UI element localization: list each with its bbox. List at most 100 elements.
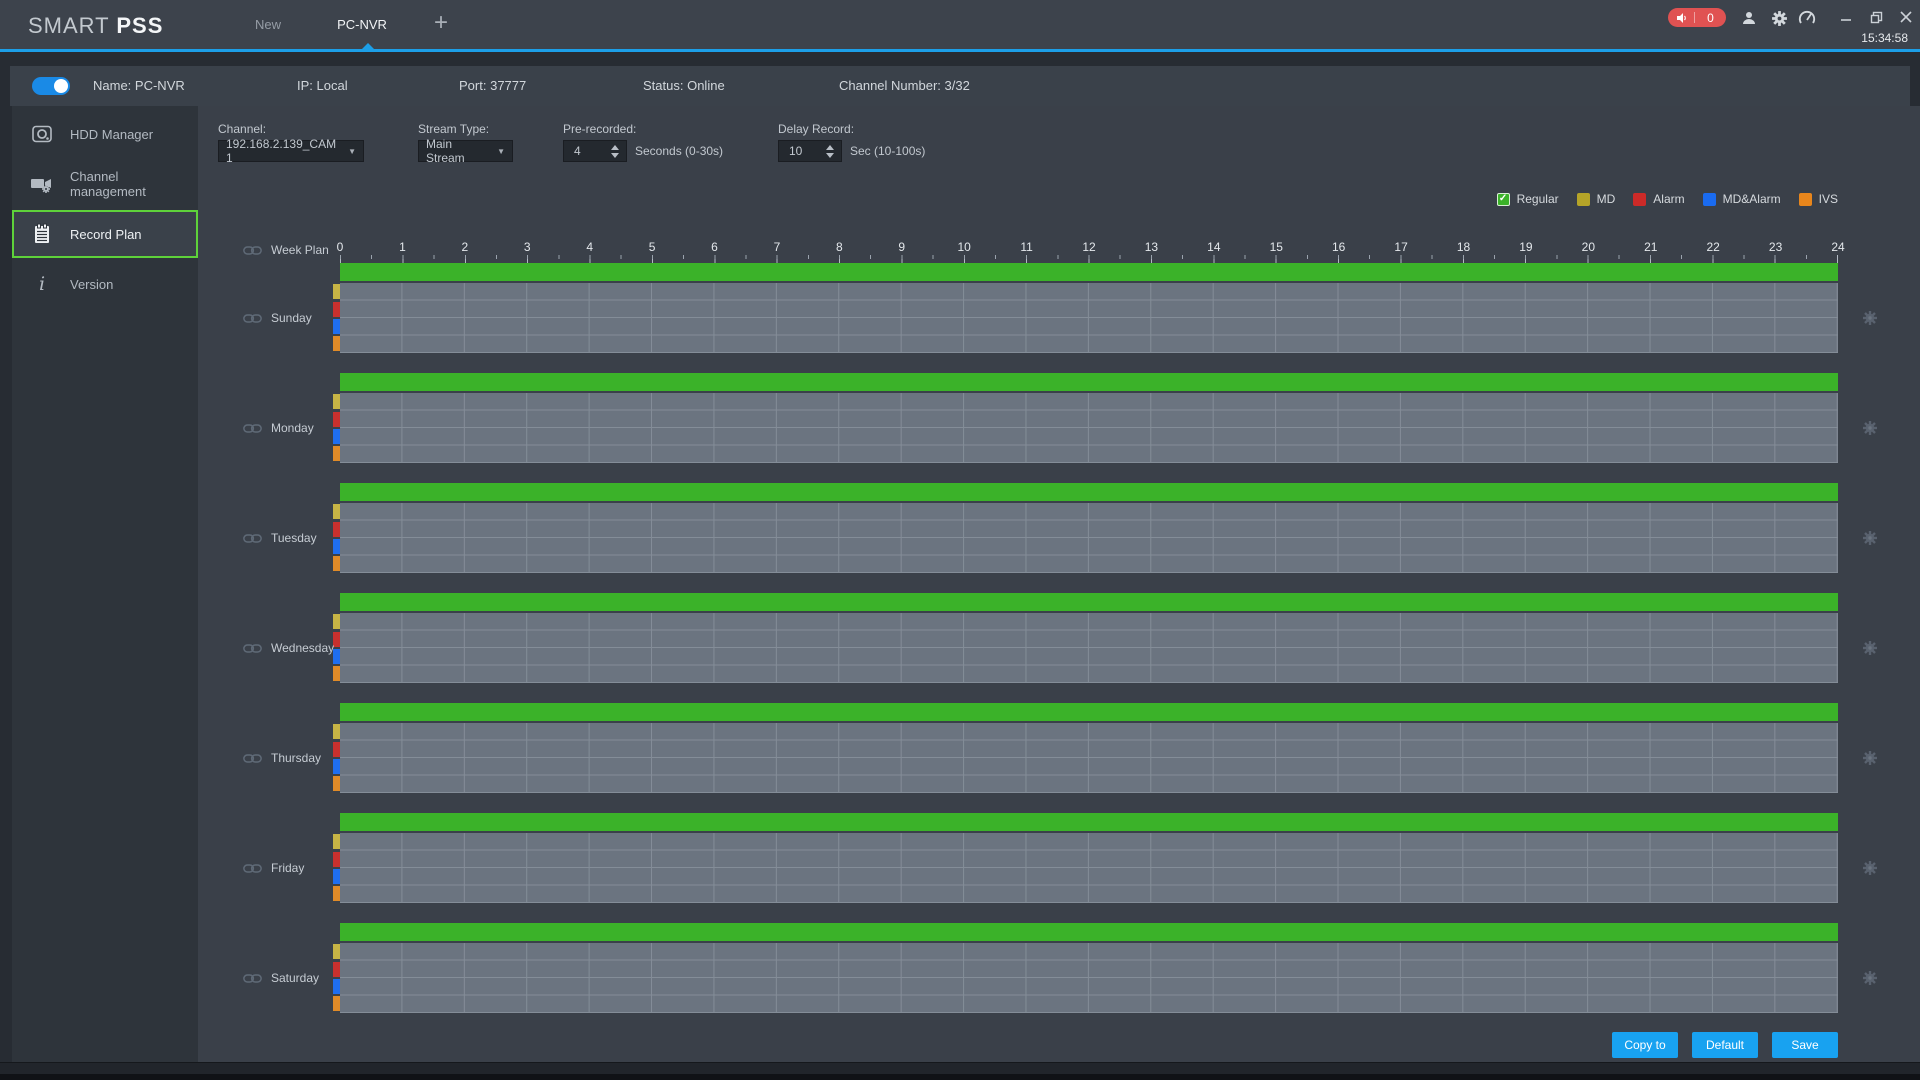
regular-record-segment[interactable] [340, 263, 1838, 281]
week-plan-left[interactable]: Week Plan [243, 243, 329, 257]
minimize-button[interactable] [1834, 5, 1858, 29]
tab-new[interactable]: New [228, 0, 308, 49]
sidebar-item-version[interactable]: i Version [12, 260, 198, 308]
day-row: Friday [198, 813, 1920, 903]
prerecord-spinner[interactable]: 4 [563, 140, 627, 162]
close-button[interactable] [1894, 5, 1918, 29]
regular-record-segment[interactable] [340, 373, 1838, 391]
regular-record-segment[interactable] [340, 813, 1838, 831]
regular-track[interactable] [340, 373, 1838, 391]
hour-label: 22 [1706, 240, 1719, 254]
footer-buttons: Copy to Default Save [1612, 1032, 1838, 1058]
day-row-left[interactable]: Tuesday [243, 503, 317, 573]
legend-checkbox[interactable]: ✓ [1497, 193, 1510, 206]
event-grid[interactable] [340, 503, 1838, 573]
row-settings-gear-icon[interactable] [1862, 503, 1878, 573]
marker-md-alarm [333, 869, 340, 884]
day-row-left[interactable]: Friday [243, 833, 304, 903]
legend-item: Alarm [1633, 192, 1684, 206]
regular-record-segment[interactable] [340, 703, 1838, 721]
link-icon [243, 973, 262, 984]
hour-label: 21 [1644, 240, 1657, 254]
sidebar-item-label: HDD Manager [70, 127, 153, 142]
regular-record-segment[interactable] [340, 483, 1838, 501]
legend-label: IVS [1819, 192, 1838, 206]
event-grid[interactable] [340, 833, 1838, 903]
row-settings-gear-icon[interactable] [1862, 943, 1878, 1013]
tab-pc-nvr[interactable]: PC-NVR [322, 0, 402, 49]
day-row-left[interactable]: Monday [243, 393, 314, 463]
alarm-badge[interactable]: 0 [1668, 8, 1726, 27]
hour-label: 23 [1769, 240, 1782, 254]
copy-to-button[interactable]: Copy to [1612, 1032, 1678, 1058]
speaker-icon [1676, 12, 1688, 24]
hour-label: 3 [524, 240, 531, 254]
regular-record-segment[interactable] [340, 593, 1838, 611]
record-plan-panel: Channel: 192.168.2.139_CAM 1 ▼ Stream Ty… [198, 106, 1920, 1062]
device-enable-toggle[interactable] [32, 77, 70, 95]
regular-track[interactable] [340, 703, 1838, 721]
day-rows: Sunday Monday Tuesday [198, 263, 1920, 1033]
spin-down-icon[interactable] [826, 153, 834, 158]
default-button[interactable]: Default [1692, 1032, 1758, 1058]
row-settings-gear-icon[interactable] [1862, 393, 1878, 463]
sidebar-item-record-plan[interactable]: Record Plan [12, 210, 198, 258]
event-grid[interactable] [340, 943, 1838, 1013]
event-grid[interactable] [340, 393, 1838, 463]
row-settings-gear-icon[interactable] [1862, 833, 1878, 903]
channel-select[interactable]: 192.168.2.139_CAM 1 ▼ [218, 140, 364, 162]
device-status: Status: Online [643, 66, 725, 106]
spinner-arrows[interactable] [822, 141, 838, 161]
spinner-arrows[interactable] [607, 141, 623, 161]
marker-ivs [333, 886, 340, 901]
day-label: Tuesday [271, 531, 317, 545]
save-button[interactable]: Save [1772, 1032, 1838, 1058]
regular-track[interactable] [340, 483, 1838, 501]
event-grid[interactable] [340, 723, 1838, 793]
stream-type-select[interactable]: Main Stream ▼ [418, 140, 513, 162]
hour-label: 10 [957, 240, 970, 254]
sidebar-item-channel-management[interactable]: Channel management [12, 160, 198, 208]
day-row-left[interactable]: Sunday [243, 283, 312, 353]
regular-record-segment[interactable] [340, 923, 1838, 941]
logo-pss: PSS [116, 13, 163, 38]
marker-alarm [333, 852, 340, 867]
legend-label: Regular [1517, 192, 1559, 206]
accent-line [0, 49, 1920, 52]
regular-track[interactable] [340, 923, 1838, 941]
spin-up-icon[interactable] [611, 145, 619, 150]
day-row-left[interactable]: Saturday [243, 943, 319, 1013]
add-tab-button[interactable]: + [424, 0, 458, 49]
marker-alarm [333, 302, 340, 317]
marker-alarm [333, 742, 340, 757]
legend-item: ✓ Regular [1497, 192, 1559, 206]
delay-record-spinner[interactable]: 10 [778, 140, 842, 162]
settings-gear-icon[interactable] [1768, 8, 1790, 28]
legend-swatch [1633, 193, 1646, 206]
user-icon[interactable] [1738, 8, 1760, 28]
sidebar-item-hdd-manager[interactable]: HDD Manager [12, 110, 198, 158]
delay-record-hint: Sec (10-100s) [850, 140, 925, 162]
day-row-left[interactable]: Thursday [243, 723, 321, 793]
event-grid[interactable] [340, 283, 1838, 353]
event-grid[interactable] [340, 613, 1838, 683]
legend-swatch [1799, 193, 1812, 206]
regular-track[interactable] [340, 593, 1838, 611]
regular-track[interactable] [340, 813, 1838, 831]
hour-label: 5 [649, 240, 656, 254]
row-settings-gear-icon[interactable] [1862, 283, 1878, 353]
hour-numbers: 0123456789101112131415161718192021222324 [340, 240, 1838, 254]
regular-track[interactable] [340, 263, 1838, 281]
chevron-down-icon: ▼ [497, 147, 505, 156]
spin-up-icon[interactable] [826, 145, 834, 150]
spin-down-icon[interactable] [611, 153, 619, 158]
day-row-left[interactable]: Wednesday [243, 613, 334, 683]
day-label: Friday [271, 861, 304, 875]
row-settings-gear-icon[interactable] [1862, 613, 1878, 683]
row-settings-gear-icon[interactable] [1862, 723, 1878, 793]
day-label: Wednesday [271, 641, 334, 655]
restore-button[interactable] [1864, 5, 1888, 29]
camera-gear-icon [30, 174, 54, 194]
stream-type-label: Stream Type: [418, 122, 489, 136]
dashboard-gauge-icon[interactable] [1796, 8, 1818, 28]
